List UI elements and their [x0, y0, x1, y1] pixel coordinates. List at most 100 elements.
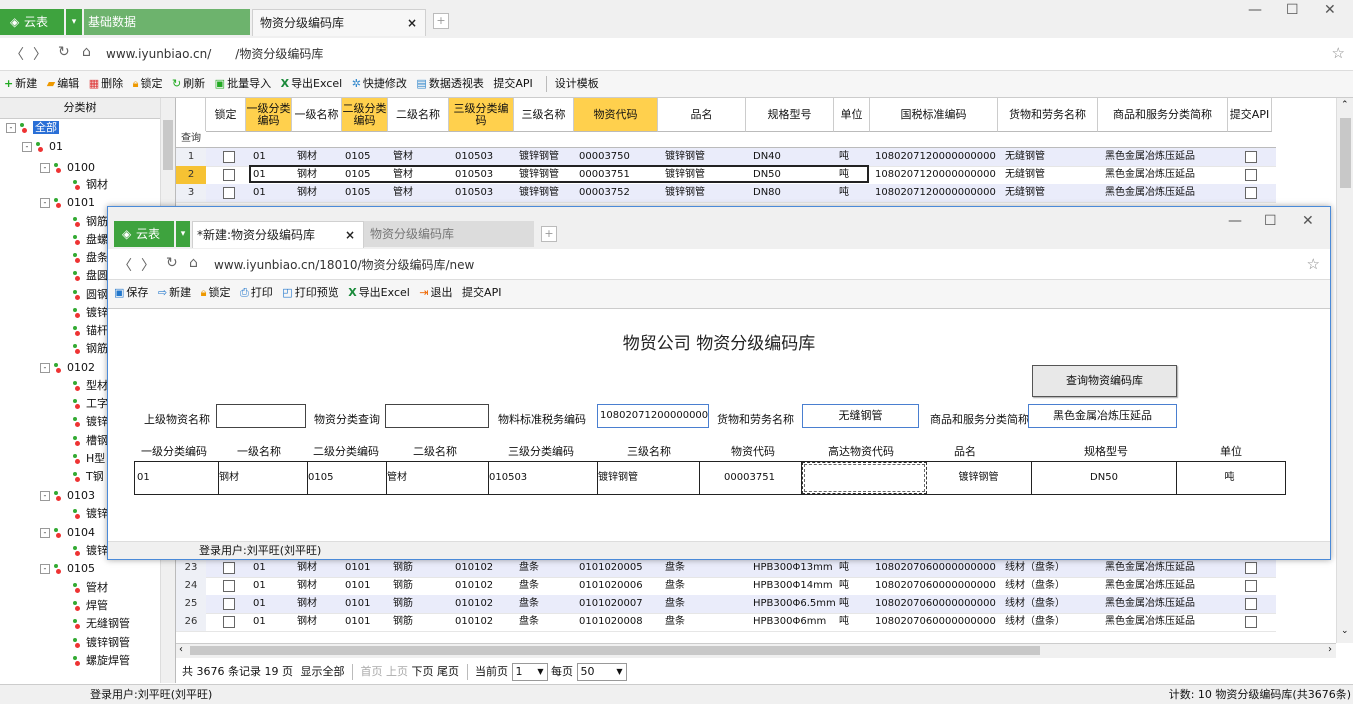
table-cell[interactable]: 吨	[836, 595, 873, 613]
lock-checkbox[interactable]	[223, 151, 235, 163]
table-cell[interactable]: 盘条	[662, 577, 751, 595]
table-cell[interactable]: 010503	[452, 184, 517, 202]
table-cell[interactable]: 钢材	[294, 148, 343, 166]
table-cell[interactable]: 1080207060000000000	[872, 595, 1003, 613]
tree-node[interactable]: - 01	[22, 138, 63, 156]
tree-node[interactable]: - 0100	[40, 159, 95, 177]
table-cell[interactable]: 1080207060000000000	[872, 559, 1003, 577]
column-header[interactable]: 货物和劳务名称	[998, 98, 1098, 132]
minimize-icon[interactable]: —	[1248, 2, 1262, 18]
popup-url-text[interactable]: www.iyunbiao.cn/18010/物资分级编码库/new	[214, 256, 474, 273]
tree-node[interactable]: H型	[72, 450, 105, 468]
forward-icon[interactable]: 〉	[33, 44, 47, 64]
table-cell[interactable]: 0105	[342, 166, 391, 184]
column-header[interactable]: 规格型号	[746, 98, 834, 132]
lock-checkbox[interactable]	[223, 169, 235, 181]
export-excel-button[interactable]: X 导出Excel	[281, 71, 343, 97]
scroll-up-icon[interactable]: ⌃	[1341, 100, 1349, 110]
table-cell[interactable]: 钢材	[294, 166, 343, 184]
table-row[interactable]: 26 01 钢材 0101 钢筋 010102 盘条 0101020008 盘条 HPB300Φ6…	[176, 613, 1276, 632]
table-cell[interactable]: 1080207060000000000	[872, 577, 1003, 595]
column-header[interactable]: 二级分类编码	[342, 98, 388, 132]
table-cell[interactable]: 0101	[342, 577, 391, 595]
table-cell[interactable]: 01	[250, 559, 293, 577]
popup-new-tab-button[interactable]: +	[541, 226, 557, 242]
table-cell[interactable]: 0101020005	[576, 559, 663, 577]
submit-api-checkbox[interactable]	[1245, 151, 1257, 163]
column-header[interactable]: 一级分类编码	[246, 98, 292, 132]
table-cell[interactable]: 无缝钢管	[1002, 184, 1103, 202]
table-cell[interactable]: DN80	[750, 184, 839, 202]
column-header[interactable]: 二级名称	[388, 98, 449, 132]
table-row[interactable]: 24 01 钢材 0101 钢筋 010102 盘条 0101020006 盘条 HPB300Φ1…	[176, 577, 1276, 596]
lock-checkbox[interactable]	[223, 187, 235, 199]
lock-checkbox[interactable]	[223, 598, 235, 610]
table-cell[interactable]: 010102	[452, 613, 517, 631]
expand-toggle-icon[interactable]: -	[40, 528, 50, 538]
category-query-field[interactable]	[385, 404, 489, 428]
table-cell[interactable]: HPB300Φ6.5mm	[750, 595, 839, 613]
submit-api-button[interactable]: 提交API	[493, 71, 532, 97]
table-cell[interactable]: 0105	[342, 184, 391, 202]
column-header[interactable]: 锁定	[206, 98, 246, 132]
tax-code-field[interactable]: 1080207120000000000	[597, 404, 709, 428]
table-cell[interactable]: 盘条	[662, 559, 751, 577]
table-cell[interactable]: 盘条	[516, 559, 577, 577]
table-cell[interactable]: 线材（盘条）	[1002, 613, 1103, 631]
detail-cell[interactable]	[802, 462, 927, 494]
column-header[interactable]: 单位	[834, 98, 870, 132]
detail-cell[interactable]: 钢材	[217, 462, 308, 494]
query-material-library-button[interactable]: 查询物资编码库	[1032, 365, 1177, 397]
back-icon[interactable]: 〈	[10, 44, 24, 64]
tree-node[interactable]: 型材	[72, 377, 108, 395]
table-cell[interactable]: 01	[250, 595, 293, 613]
quick-edit-button[interactable]: ✲ 快捷修改	[352, 71, 407, 97]
tree-node[interactable]: 镀锌钢管	[72, 634, 130, 652]
per-page-select[interactable]: 50 ▼	[576, 663, 627, 681]
tree-node[interactable]: 盘圆	[72, 267, 108, 285]
popup-maximize-icon[interactable]: ☐	[1264, 213, 1277, 229]
detail-cell[interactable]: 镀锌钢管	[596, 462, 700, 494]
refresh-icon[interactable]: ↻	[58, 44, 70, 60]
tree-node[interactable]: 无缝钢管	[72, 615, 130, 633]
table-cell[interactable]: 黑色金属冶炼压延品	[1102, 184, 1233, 202]
table-cell[interactable]: HPB300Φ13mm	[750, 559, 839, 577]
table-cell[interactable]: 钢材	[294, 184, 343, 202]
table-cell[interactable]: 无缝钢管	[1002, 148, 1103, 166]
design-template-button[interactable]: 设计模板	[555, 71, 599, 97]
tree-node[interactable]: 镀锌	[72, 505, 108, 523]
popup-export-excel-button[interactable]: X 导出Excel	[348, 280, 410, 306]
column-header[interactable]: 三级分类编码	[449, 98, 514, 132]
table-cell[interactable]: 吨	[836, 559, 873, 577]
table-cell[interactable]: 010503	[452, 166, 517, 184]
tree-node[interactable]: 钢筋	[72, 213, 108, 231]
table-cell[interactable]: 0101020008	[576, 613, 663, 631]
back-icon[interactable]: 〈	[118, 255, 132, 275]
tree-node[interactable]: 镀锌	[72, 304, 108, 322]
table-cell[interactable]: 1080207060000000000	[872, 613, 1003, 631]
bookmark-star-icon[interactable]: ☆	[1307, 255, 1320, 273]
tree-node[interactable]: - 全部	[6, 119, 59, 137]
tree-node[interactable]: - 0103	[40, 487, 95, 505]
table-cell[interactable]: HPB300Φ14mm	[750, 577, 839, 595]
close-tab-icon[interactable]: ×	[345, 222, 355, 248]
show-all-button[interactable]: 显示全部	[301, 665, 345, 678]
table-cell[interactable]: 钢材	[294, 595, 343, 613]
print-preview-button[interactable]: ◰ 打印预览	[282, 280, 338, 306]
submit-api-checkbox[interactable]	[1245, 598, 1257, 610]
submit-api-checkbox[interactable]	[1245, 616, 1257, 628]
table-cell[interactable]: 钢筋	[390, 559, 453, 577]
scroll-left-icon[interactable]: ‹	[179, 644, 183, 655]
home-icon[interactable]: ⌂	[189, 255, 198, 271]
table-cell[interactable]: 00003751	[576, 166, 663, 184]
popup-minimize-icon[interactable]: —	[1228, 213, 1242, 229]
table-cell[interactable]: 0101	[342, 613, 391, 631]
table-cell[interactable]: DN40	[750, 148, 839, 166]
detail-cell[interactable]: 管材	[385, 462, 489, 494]
table-cell[interactable]: 010102	[452, 577, 517, 595]
submit-api-checkbox[interactable]	[1245, 169, 1257, 181]
delete-button[interactable]: ▦ 删除	[89, 71, 123, 97]
table-cell[interactable]: 钢材	[294, 559, 343, 577]
table-cell[interactable]: HPB300Φ6mm	[750, 613, 839, 631]
bookmark-star-icon[interactable]: ☆	[1332, 44, 1345, 62]
